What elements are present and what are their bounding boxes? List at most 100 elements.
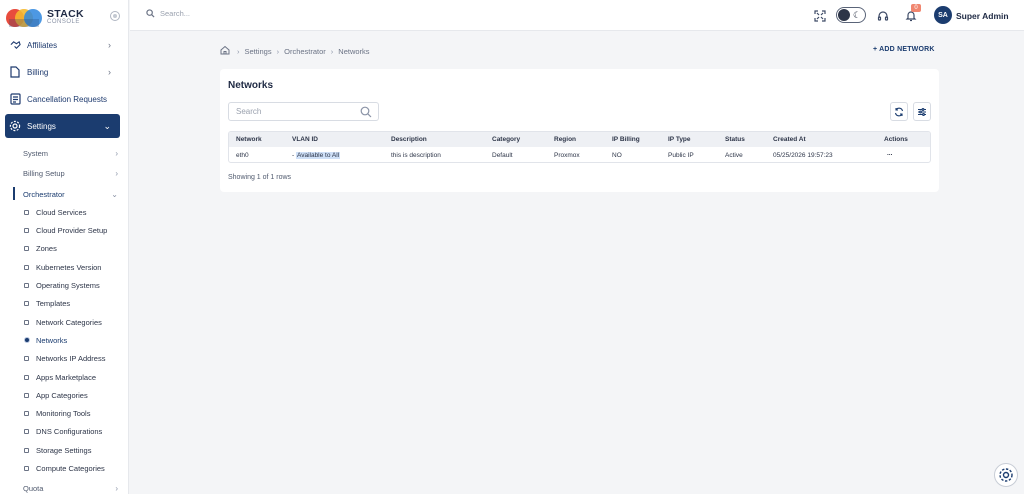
column-header: Actions	[884, 136, 908, 143]
topbar: Search... ☾ 0 SA Super Admin	[130, 0, 1024, 31]
column-header[interactable]: Region	[554, 136, 576, 143]
chevron-right-icon: ›	[115, 168, 118, 178]
filter-button[interactable]	[913, 102, 931, 121]
leaf-label: DNS Configurations	[36, 426, 103, 436]
sidebar-leaf-app-categories[interactable]: App Categories	[24, 388, 124, 402]
radio-selected-icon	[24, 337, 30, 343]
search-input[interactable]: Search...	[160, 9, 190, 18]
bullet-icon	[24, 282, 29, 288]
refresh-button[interactable]	[890, 102, 908, 121]
sidebar-leaf-zones[interactable]: Zones	[24, 241, 124, 255]
column-header[interactable]: IP Type	[668, 136, 691, 143]
chevron-right-icon: ›	[115, 148, 118, 158]
add-network-button[interactable]: + ADD NETWORK	[873, 46, 935, 53]
sidebar-leaf-apps-marketplace[interactable]: Apps Marketplace	[24, 370, 124, 384]
breadcrumb-settings[interactable]: Settings	[245, 47, 272, 56]
sidebar-leaf-network-categories[interactable]: Network Categories	[24, 315, 124, 329]
column-header[interactable]: Status	[725, 136, 745, 143]
fullscreen-icon[interactable]	[813, 9, 827, 23]
rows-info: Showing 1 of 1 rows	[228, 174, 292, 181]
leaf-label: App Categories	[36, 390, 88, 400]
gear-icon	[9, 120, 21, 132]
active-indicator	[13, 187, 15, 200]
gear-icon	[999, 468, 1013, 482]
chevron-right-icon: ›	[330, 46, 334, 56]
cell-category: Default	[492, 152, 513, 159]
sidebar-item-billing[interactable]: Billing ›	[5, 62, 120, 82]
sidebar-subitem-system[interactable]: System ›	[23, 146, 120, 160]
sidebar-leaf-cloud-provider-setup[interactable]: Cloud Provider Setup	[24, 223, 124, 237]
global-search[interactable]: Search...	[146, 9, 190, 18]
leaf-label: Templates	[36, 298, 71, 308]
breadcrumb-orchestrator[interactable]: Orchestrator	[284, 47, 326, 56]
document-icon	[9, 66, 21, 78]
chevron-right-icon: ›	[115, 483, 118, 493]
moon-icon: ☾	[853, 9, 862, 20]
sidebar-item-cancellation-requests[interactable]: Cancellation Requests	[5, 89, 120, 109]
sidebar-leaf-storage-settings[interactable]: Storage Settings	[24, 443, 124, 457]
theme-toggle[interactable]: ☾	[836, 7, 866, 23]
sidebar-leaf-networks[interactable]: Networks	[24, 333, 124, 347]
sidebar-leaf-compute-categories[interactable]: Compute Categories	[24, 461, 124, 475]
subitem-label: Orchestrator	[23, 189, 65, 199]
search-icon	[146, 9, 155, 18]
sidebar-subitem-orchestrator[interactable]: Orchestrator ⌄	[23, 187, 120, 201]
column-header[interactable]: VLAN ID	[292, 136, 318, 143]
sidebar-leaf-dns-configurations[interactable]: DNS Configurations	[24, 424, 124, 438]
chevron-right-icon: ›	[108, 67, 111, 77]
sidebar-item-settings[interactable]: Settings ⌄	[5, 114, 120, 138]
sidebar-item-label: Billing	[27, 67, 49, 77]
chevron-down-icon: ⌄	[103, 120, 111, 131]
networks-table: Network VLAN ID Description Category Reg…	[228, 131, 931, 163]
cell-status: Active	[725, 152, 743, 159]
sidebar-collapse-toggle[interactable]	[110, 11, 120, 21]
leaf-label: Networks IP Address	[36, 353, 106, 363]
row-actions-menu[interactable]: ...	[887, 150, 892, 157]
vlan-dash: -	[292, 152, 295, 159]
column-header[interactable]: Network	[236, 136, 262, 143]
settings-fab-button[interactable]	[994, 463, 1018, 487]
search-icon	[360, 106, 372, 118]
table-header: Network VLAN ID Description Category Reg…	[229, 132, 930, 147]
leaf-label: Kubernetes Version	[36, 262, 102, 272]
cell-description: this is description	[391, 152, 441, 159]
sidebar-item-label: Affiliates	[27, 40, 58, 50]
home-icon[interactable]	[220, 45, 230, 57]
bullet-icon	[24, 392, 29, 398]
column-header[interactable]: Description	[391, 136, 427, 143]
leaf-label: Compute Categories	[36, 463, 105, 473]
sidebar-subitem-billing-setup[interactable]: Billing Setup ›	[23, 166, 120, 180]
cell-vlan-id: - Available to All	[292, 152, 341, 159]
cell-ip-billing: NO	[612, 152, 622, 159]
logo[interactable]: STACK CONSOLE	[5, 6, 105, 30]
table-search-input[interactable]: Search	[228, 102, 379, 121]
sidebar-leaf-operating-systems[interactable]: Operating Systems	[24, 278, 124, 292]
cell-created-at: 05/25/2026 19:57:23	[773, 152, 833, 159]
sidebar-leaf-kubernetes-version[interactable]: Kubernetes Version	[24, 260, 124, 274]
user-name[interactable]: Super Admin	[956, 11, 1009, 21]
headset-icon[interactable]	[876, 9, 890, 23]
bullet-icon	[24, 300, 29, 306]
bullet-icon	[24, 447, 29, 453]
subitem-label: Billing Setup	[23, 168, 65, 178]
leaf-label: Monitoring Tools	[36, 408, 91, 418]
column-header[interactable]: Category	[492, 136, 520, 143]
sidebar-leaf-networks-ip-address[interactable]: Networks IP Address	[24, 351, 124, 365]
leaf-label: Operating Systems	[36, 280, 100, 290]
leaf-label: Network Categories	[36, 317, 102, 327]
column-header[interactable]: IP Billing	[612, 136, 640, 143]
sidebar-item-label: Settings	[27, 121, 56, 131]
vlan-label: Available to All	[295, 152, 341, 159]
leaf-label: Apps Marketplace	[36, 372, 97, 382]
notification-badge: 0	[911, 4, 921, 12]
sidebar-leaf-templates[interactable]: Templates	[24, 296, 124, 310]
sidebar-item-affiliates[interactable]: Affiliates ›	[5, 35, 120, 55]
sidebar-leaf-cloud-services[interactable]: Cloud Services	[24, 205, 124, 219]
avatar[interactable]: SA	[934, 6, 952, 24]
sidebar-subitem-quota[interactable]: Quota ›	[23, 481, 120, 494]
sun-icon	[838, 9, 850, 21]
table-row[interactable]: eth0 - Available to All this is descript…	[229, 148, 930, 162]
column-header[interactable]: Created At	[773, 136, 806, 143]
cell-ip-type: Public IP	[668, 152, 694, 159]
sidebar-leaf-monitoring-tools[interactable]: Monitoring Tools	[24, 406, 124, 420]
